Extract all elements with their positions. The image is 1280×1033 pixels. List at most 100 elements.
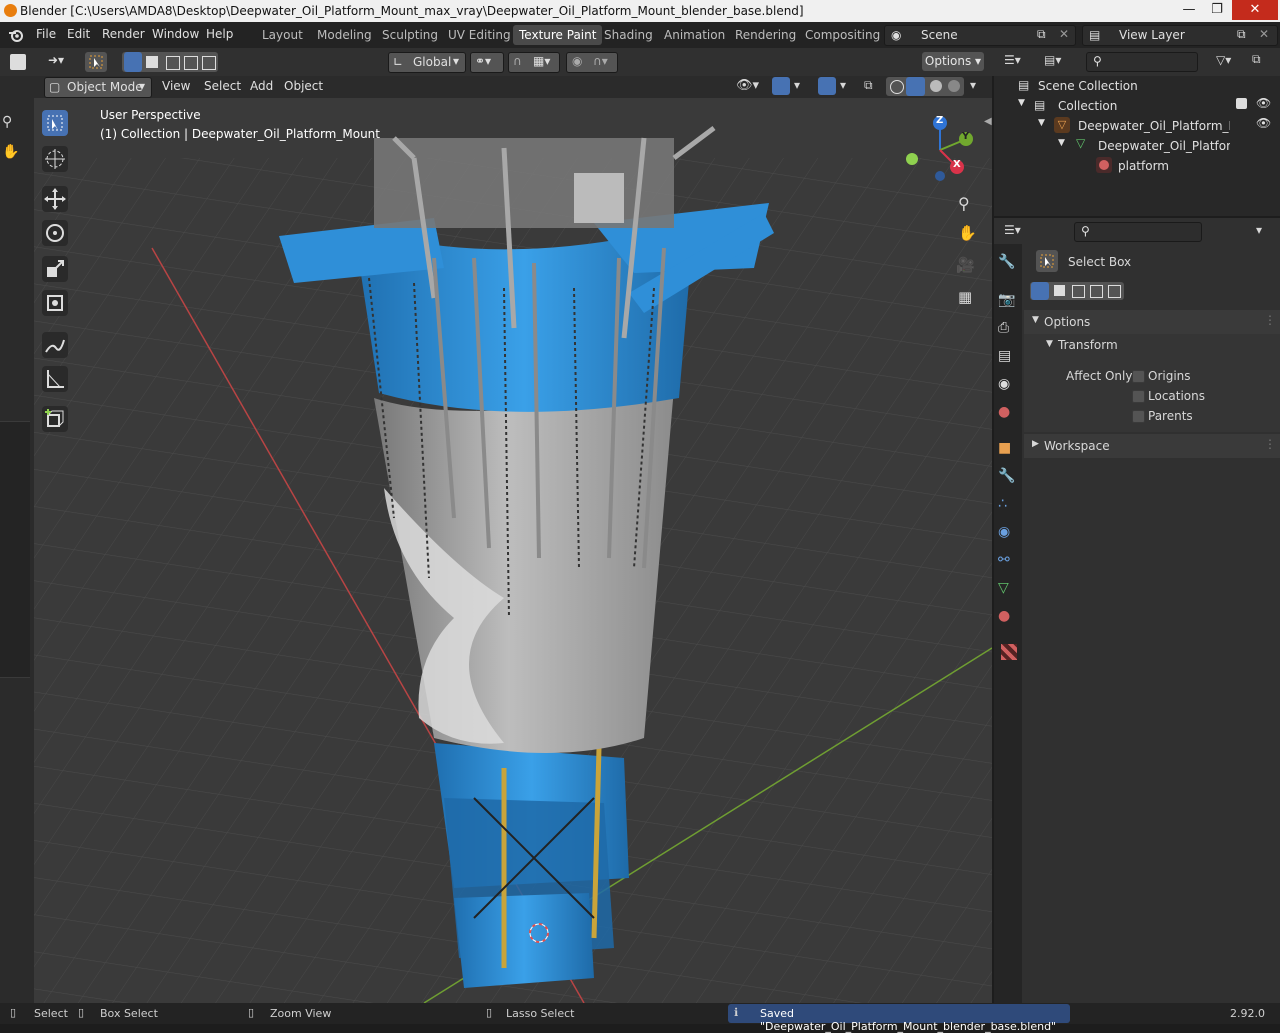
viewport-menu-object[interactable]: Object <box>284 79 323 93</box>
selection-mode-intersect-icon[interactable] <box>1108 285 1121 298</box>
menu-render[interactable]: Render <box>102 27 145 41</box>
new-view-layer-icon[interactable]: ⧉ <box>1237 27 1246 42</box>
snap-target-icon[interactable]: ▦▾ <box>533 54 550 68</box>
status-report[interactable]: ℹ Saved "Deepwater_Oil_Platform_Mount_bl… <box>728 1004 1070 1033</box>
active-tool-select-box[interactable] <box>85 52 107 72</box>
hand-icon[interactable]: ✋ <box>2 144 19 160</box>
visibility-eye-icon[interactable]: 👁 <box>1256 116 1271 130</box>
constraints-tab-icon[interactable]: ⚯ <box>998 552 1020 574</box>
zoom-view-icon[interactable]: ⚲ <box>958 194 970 213</box>
pivot-point-dropdown[interactable]: ⚭▾ <box>470 52 504 73</box>
viewport-menu-select[interactable]: Select <box>204 79 241 93</box>
xray-toggle-icon[interactable]: ⧉ <box>864 78 873 93</box>
outliner-search-input[interactable]: ⚲ <box>1086 52 1198 72</box>
select-box-tool[interactable] <box>42 110 68 136</box>
editor-type-icon[interactable] <box>10 54 26 70</box>
output-properties-tab-icon[interactable]: ⎙ <box>998 320 1020 342</box>
selection-mode-invert-icon[interactable] <box>1090 285 1103 298</box>
selection-mode-new-icon[interactable] <box>1031 282 1049 300</box>
expand-arrow-icon[interactable]: ▼ <box>1058 138 1065 148</box>
expand-arrow-icon[interactable]: ▼ <box>1038 118 1045 128</box>
selection-mode-group[interactable] <box>122 52 218 72</box>
chevron-down-icon[interactable]: ▾ <box>1256 223 1262 237</box>
wireframe-shading-icon[interactable] <box>890 80 904 94</box>
parents-checkbox[interactable] <box>1132 410 1145 423</box>
transform-tool[interactable] <box>42 290 68 316</box>
sidebar-toggle-icon[interactable]: ◀ <box>984 116 992 127</box>
physics-tab-icon[interactable]: ◉ <box>998 524 1020 546</box>
transform-subpanel-header[interactable]: ▼ Transform <box>1024 334 1280 356</box>
tab-modeling[interactable]: Modeling <box>311 25 378 45</box>
selection-mode-new-icon[interactable] <box>124 52 142 72</box>
material-shading-icon[interactable] <box>930 80 942 92</box>
tab-compositing[interactable]: Compositing <box>799 25 886 45</box>
chevron-down-icon[interactable]: ▾ <box>840 78 846 92</box>
outliner-editor-icon[interactable]: ☰▾ <box>1004 53 1021 67</box>
selection-mode-intersect-icon[interactable] <box>202 56 216 70</box>
viewport-menu-view[interactable]: View <box>162 79 190 93</box>
selection-mode-extend-icon[interactable] <box>1054 285 1065 296</box>
maximize-button[interactable]: ❐ <box>1204 0 1230 20</box>
snap-magnet-icon[interactable]: ∩ <box>513 54 522 68</box>
zoom-icon[interactable]: ⚲ <box>2 114 12 130</box>
transform-orientation-dropdown[interactable]: ∟ Global ▾ <box>388 52 466 73</box>
proportional-edit-icon[interactable]: ◉ <box>572 54 582 68</box>
options-dropdown[interactable]: Options ▾ <box>922 52 984 71</box>
3d-viewport[interactable]: User Perspective (1) Collection | Deepwa… <box>34 98 992 1003</box>
selection-mode-invert-icon[interactable] <box>184 56 198 70</box>
menu-window[interactable]: Window <box>152 27 199 41</box>
rendered-shading-icon[interactable] <box>948 80 960 92</box>
navigation-gizmo[interactable]: Z Y X <box>902 112 982 192</box>
visibility-eye-icon[interactable]: 👁▾ <box>736 78 759 93</box>
outliner-row-object[interactable]: ▼ ▽ Deepwater_Oil_Platform_Moun 👁 <box>994 116 1278 136</box>
particles-tab-icon[interactable]: ∴ <box>998 496 1020 518</box>
viewport-menu-add[interactable]: Add <box>250 79 273 93</box>
origins-checkbox[interactable] <box>1132 370 1145 383</box>
visibility-eye-icon[interactable]: 👁 <box>1256 96 1271 110</box>
exclude-checkbox-icon[interactable] <box>1236 98 1247 109</box>
falloff-curve-icon[interactable]: ∩▾ <box>593 54 608 68</box>
mode-dropdown[interactable]: ▢ Object Mode ▾ <box>44 77 152 98</box>
close-button[interactable]: ✕ <box>1232 0 1278 20</box>
tool-properties-tab-icon[interactable]: 🔧 <box>998 254 1020 276</box>
properties-search-input[interactable]: ⚲ <box>1074 222 1202 242</box>
tab-shading[interactable]: Shading <box>598 25 659 45</box>
menu-edit[interactable]: Edit <box>67 27 90 41</box>
properties-selection-mode-group[interactable] <box>1030 282 1124 300</box>
scene-selector[interactable]: ◉ Scene ⧉ ✕ <box>884 25 1076 46</box>
modifier-tab-icon[interactable]: 🔧 <box>998 468 1020 490</box>
scale-tool[interactable] <box>42 256 68 282</box>
tab-uv-editing[interactable]: UV Editing <box>442 25 517 45</box>
tab-layout[interactable]: Layout <box>256 25 309 45</box>
new-collection-icon[interactable]: ⧉ <box>1252 52 1261 67</box>
measure-tool[interactable] <box>42 366 68 392</box>
move-tool[interactable] <box>42 186 68 212</box>
drag-handle-icon[interactable]: ⋮⋮ <box>1264 437 1280 451</box>
annotate-tool[interactable] <box>42 332 68 358</box>
cursor-tool[interactable] <box>42 146 68 172</box>
snap-group[interactable]: ∩ ▦▾ <box>508 52 560 73</box>
view-layer-tab-icon[interactable]: ▤ <box>998 348 1020 370</box>
selection-mode-subtract-icon[interactable] <box>1072 285 1085 298</box>
locations-checkbox[interactable] <box>1132 390 1145 403</box>
new-scene-icon[interactable]: ⧉ <box>1037 27 1046 42</box>
mesh-data-tab-icon[interactable]: ▽ <box>998 580 1020 602</box>
delete-scene-icon[interactable]: ✕ <box>1059 27 1069 41</box>
options-panel-header[interactable]: ▼ Options ⋮⋮ <box>1024 310 1280 334</box>
minimize-button[interactable]: — <box>1176 0 1202 20</box>
outliner-row-material[interactable]: platform <box>994 156 1278 176</box>
selection-mode-subtract-icon[interactable] <box>166 56 180 70</box>
display-mode-icon[interactable]: ▤▾ <box>1044 53 1061 67</box>
render-properties-tab-icon[interactable]: 📷 <box>998 292 1020 314</box>
material-tab-icon[interactable]: ● <box>998 608 1020 630</box>
tab-sculpting[interactable]: Sculpting <box>376 25 444 45</box>
camera-view-icon[interactable]: 🎥 <box>956 256 975 274</box>
chevron-down-icon[interactable]: ▾ <box>794 78 800 92</box>
blender-menu-icon[interactable] <box>8 27 24 43</box>
ortho-toggle-icon[interactable]: ▦ <box>958 288 972 306</box>
solid-shading-icon[interactable] <box>906 77 925 96</box>
overlays-toggle-icon[interactable] <box>818 77 836 95</box>
menu-file[interactable]: File <box>36 27 56 41</box>
drag-handle-icon[interactable]: ⋮⋮ <box>1264 313 1280 327</box>
chevron-down-icon[interactable]: ▾ <box>970 78 976 92</box>
